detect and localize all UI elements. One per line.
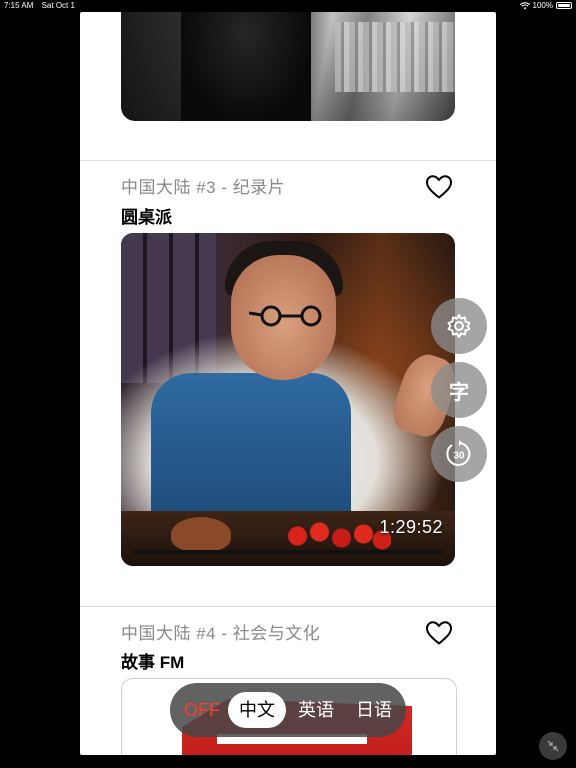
battery-icon <box>556 2 572 9</box>
settings-button[interactable] <box>431 298 487 354</box>
heart-icon[interactable] <box>425 620 453 646</box>
language-chinese-button[interactable]: 中文 <box>228 692 286 728</box>
subtitle-language-bar: OFF 中文 英语 日语 <box>170 683 406 737</box>
heart-icon[interactable] <box>425 174 453 200</box>
status-date: Sat Oct 1 <box>41 1 75 10</box>
divider <box>80 606 496 607</box>
episode-meta: 中国大陆 #3 - 纪录片 <box>121 178 286 197</box>
video-glasses <box>249 305 322 327</box>
subtitle-icon: 字 <box>449 381 469 404</box>
video-teapot <box>171 517 231 552</box>
language-japanese-button[interactable]: 日语 <box>348 692 400 728</box>
replay-30-label: 30 <box>453 451 465 462</box>
video-player[interactable]: 1:29:52 <box>121 233 455 566</box>
divider <box>80 160 496 161</box>
status-right: 100% <box>519 1 572 10</box>
gear-icon <box>447 314 471 338</box>
episode-meta: 中国大陆 #4 - 社会与文化 <box>121 624 321 643</box>
language-english-button[interactable]: 英语 <box>290 692 342 728</box>
episode-title: 故事 FM <box>121 653 185 672</box>
video-vest <box>151 373 351 533</box>
video-progress-bar[interactable] <box>133 550 443 554</box>
minimize-icon <box>547 740 559 752</box>
subtitle-button[interactable]: 字 <box>431 362 487 418</box>
cover-figure <box>181 12 311 121</box>
minimize-button[interactable] <box>539 732 567 760</box>
video-duration: 1:29:52 <box>379 517 443 537</box>
cover-buildings <box>335 22 455 92</box>
episode-title: 圆桌派 <box>121 208 172 227</box>
episode-cover-image-previous[interactable] <box>121 12 455 121</box>
skip-back-30-button[interactable]: 30 <box>431 426 487 482</box>
battery-percent: 100% <box>532 1 553 10</box>
status-time: 7:15 AM <box>4 1 34 10</box>
status-left: 7:15 AM Sat Oct 1 <box>4 1 81 10</box>
wifi-icon <box>519 1 530 9</box>
status-bar: 7:15 AM Sat Oct 1 100% <box>0 0 576 12</box>
language-off-button[interactable]: OFF <box>178 692 226 728</box>
video-tomatoes <box>281 520 391 560</box>
replay-30-icon: 30 <box>446 440 471 466</box>
